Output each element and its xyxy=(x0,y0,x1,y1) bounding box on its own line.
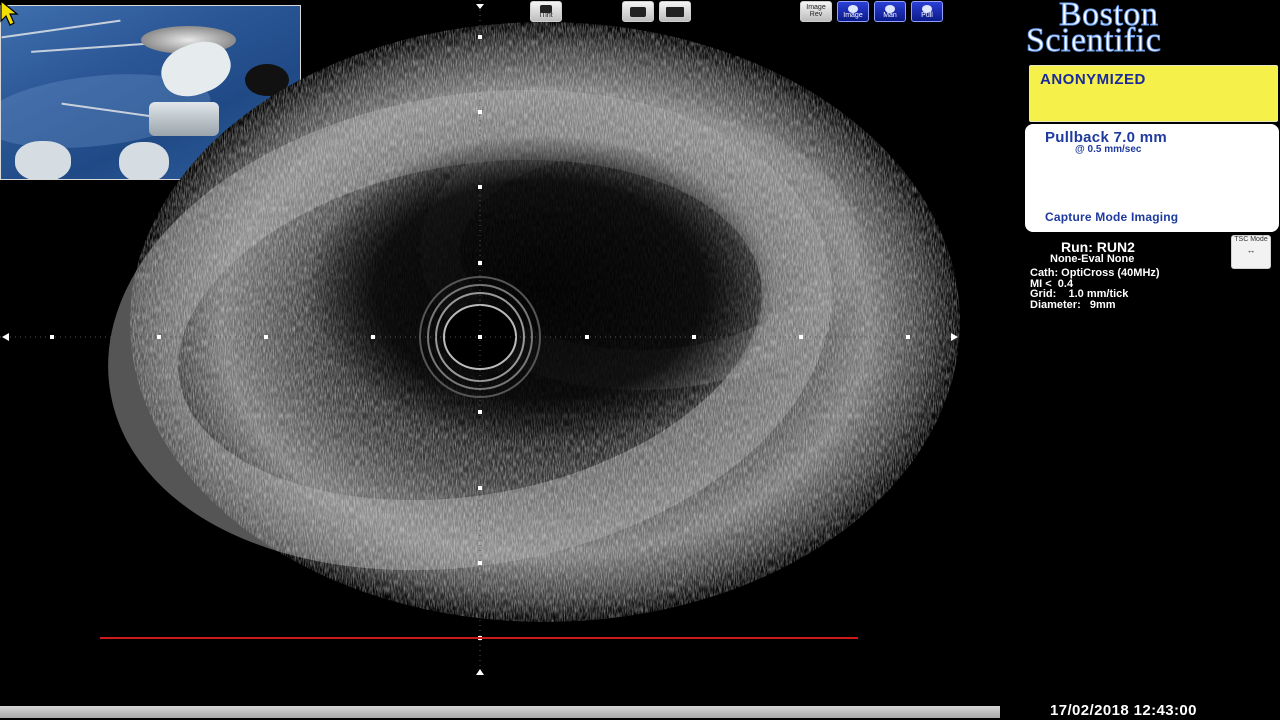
video-button[interactable] xyxy=(659,1,691,22)
cath-info: Cath: OptiCross (40MHz) xyxy=(1030,267,1160,279)
image-button[interactable]: Image xyxy=(837,1,869,22)
image-review-button[interactable]: Image Rev xyxy=(800,1,832,22)
dark-lumen-region xyxy=(305,135,775,445)
tsc-mode-button[interactable]: TSC Mode ↔ xyxy=(1231,235,1271,269)
manual-label: Man xyxy=(883,12,897,19)
pull-button[interactable]: Pull xyxy=(911,1,943,22)
diameter-info: Diameter: 9mm xyxy=(1030,298,1116,311)
run-eval: None-Eval None xyxy=(1050,253,1135,265)
bottom-axis-arrow[interactable] xyxy=(476,669,484,675)
ivus-image xyxy=(0,0,960,675)
itint-label: ITint xyxy=(539,12,553,19)
pull-label: Pull xyxy=(921,12,933,19)
video-recorder-icon xyxy=(666,7,684,17)
printer-icon xyxy=(630,7,646,17)
pullback-panel: Pullback 7.0 mm @ 0.5 mm/sec Capture Mod… xyxy=(1025,124,1279,232)
move-arrows-icon: ↔ xyxy=(1246,245,1256,255)
tsc-mode-label: TSC Mode xyxy=(1234,236,1268,243)
itint-button[interactable]: ITint xyxy=(530,1,562,22)
capture-mode: Capture Mode Imaging xyxy=(1045,210,1179,224)
patient-name: ANONYMIZED xyxy=(1040,71,1146,88)
top-axis-arrow[interactable] xyxy=(476,4,484,9)
mouse-cursor-icon xyxy=(0,0,19,26)
image-review-label: Image Rev xyxy=(806,4,826,18)
print-button[interactable] xyxy=(622,1,654,22)
datetime-stamp: 17/02/2018 12:43:00 xyxy=(1050,702,1197,719)
boston-scientific-logo: Boston Scientific xyxy=(1026,0,1256,59)
logo-line-2: Scientific xyxy=(1026,22,1162,59)
image-label: Image xyxy=(843,12,863,19)
manual-button[interactable]: Man xyxy=(874,1,906,22)
pullback-rate: @ 0.5 mm/sec xyxy=(1075,144,1142,155)
acquisition-params: Cath: OptiCross (40MHz) MI < 0.4 Grid: 1… xyxy=(1030,268,1160,310)
left-axis-arrow[interactable] xyxy=(2,333,9,341)
ivus-image-display[interactable] xyxy=(0,0,1000,706)
frame-scrollbar[interactable] xyxy=(0,706,1000,718)
patient-info-box: ANONYMIZED xyxy=(1029,65,1278,122)
grid-info: Grid: 1.0 mm/tick xyxy=(1030,288,1129,300)
